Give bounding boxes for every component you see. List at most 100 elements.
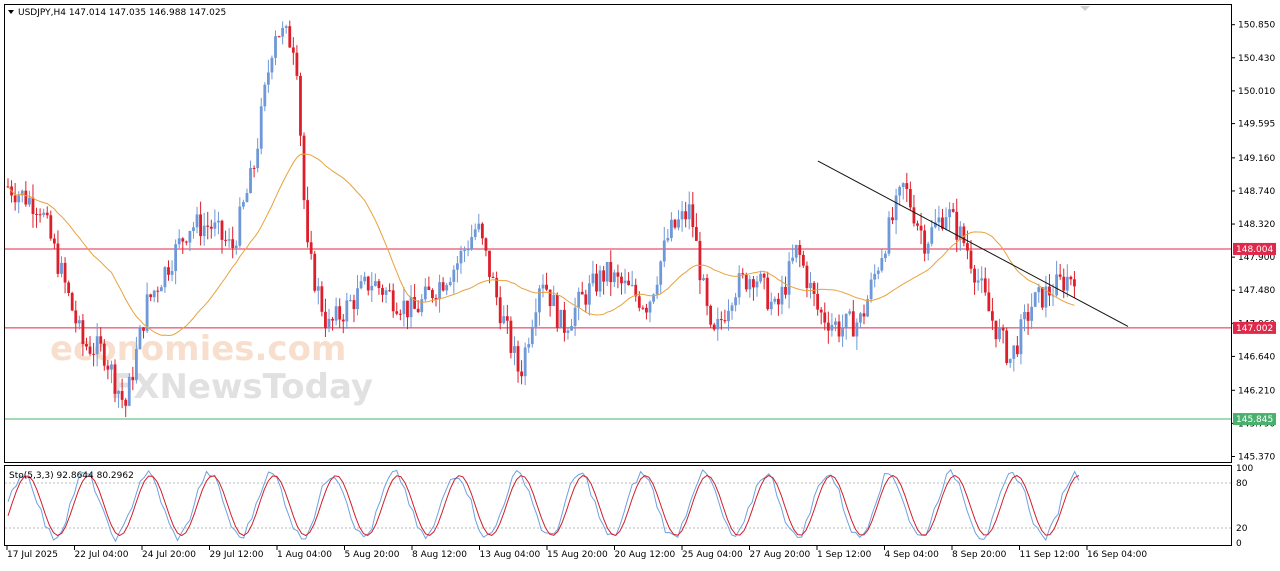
candle-body [192, 227, 195, 232]
candle-body [773, 298, 777, 302]
candle-body [224, 239, 227, 241]
candle-body [170, 270, 174, 275]
candle-body [702, 278, 705, 281]
candle-body [423, 286, 427, 300]
y-tick-label: 147.480 [1238, 286, 1275, 296]
candle-body [666, 237, 670, 241]
candle-body [163, 267, 167, 288]
y-tick-label: 150.010 [1238, 87, 1275, 97]
candle-body [602, 270, 606, 282]
candle-body [477, 223, 481, 230]
candle-body [919, 225, 923, 231]
candle-body [723, 320, 727, 322]
candle-body [277, 36, 281, 38]
candle-body [563, 309, 566, 333]
candle-body [159, 287, 163, 292]
candle-body [327, 318, 331, 329]
candle-body [923, 230, 927, 254]
candle-body [1073, 279, 1076, 287]
y-tick-label: 145.370 [1238, 452, 1275, 462]
candle-body [488, 250, 491, 277]
watermark-line1: economies.com [50, 329, 346, 369]
candle-body [195, 214, 199, 228]
candle-body [167, 267, 170, 275]
candle-body [99, 336, 103, 344]
y-tick-label: 150.850 [1238, 21, 1275, 31]
candle-body [341, 319, 345, 322]
candle-body [777, 298, 780, 305]
candle-body [463, 250, 466, 252]
candle-body [406, 300, 409, 318]
candle-body [416, 308, 420, 313]
candle-body [288, 26, 292, 48]
candle-body [306, 200, 309, 243]
x-tick-label: 8 Aug 12:00 [412, 550, 467, 560]
level-label: 148.004 [1236, 245, 1273, 255]
candle-body [916, 223, 919, 226]
candle-body [734, 297, 737, 306]
price-axis: 150.850 150.430 150.010 149.595 149.160 148.7… [1231, 21, 1275, 462]
candle-body [513, 346, 516, 353]
candle-body [737, 273, 741, 298]
candle-body [420, 299, 424, 313]
candle-body [470, 236, 474, 250]
candle-body [452, 269, 456, 282]
candle-body [473, 229, 477, 237]
candle-body [851, 311, 855, 337]
candle-body [570, 326, 573, 331]
candle-body [484, 238, 488, 251]
candle-body [1065, 276, 1069, 291]
candle-body [388, 290, 392, 292]
price-chart[interactable]: economies.com FXNewsToday 150.850 150.430… [0, 0, 1280, 567]
candle-body [480, 223, 484, 239]
candle-body [320, 286, 324, 312]
x-tick-label: 8 Sep 20:00 [952, 550, 1007, 560]
candle-body [156, 290, 160, 292]
candle-body [456, 263, 459, 270]
candle-body [502, 316, 506, 324]
candle-body [299, 75, 302, 136]
candle-body [266, 72, 270, 85]
candle-body [1008, 358, 1012, 364]
y-tick-label: 146.640 [1238, 352, 1275, 362]
candle-body [769, 301, 773, 310]
candle-body [687, 204, 691, 220]
candle-body [937, 217, 941, 223]
candle-body [819, 309, 823, 313]
candle-body [70, 292, 74, 311]
candle-body [124, 399, 128, 406]
candle-body [88, 346, 92, 354]
candle-body [520, 371, 523, 377]
candle-body [1033, 292, 1037, 307]
candle-body [766, 277, 770, 310]
candle-body [744, 274, 748, 290]
candle-body [209, 226, 213, 229]
candle-body [926, 243, 930, 254]
candle-body [787, 261, 791, 295]
candle-body [231, 239, 235, 249]
candle-body [331, 318, 334, 321]
candle-body [366, 276, 370, 291]
candle-body [1055, 274, 1058, 296]
y-tick-label: 149.595 [1238, 120, 1275, 130]
candle-body [727, 310, 730, 322]
candle-body [530, 327, 534, 345]
candle-body [427, 286, 431, 290]
candle-body [780, 286, 784, 305]
candle-body [402, 300, 406, 315]
level-labels: 148.004 147.002 145.845 [1233, 242, 1276, 426]
candle-body [862, 313, 866, 317]
candle-body [759, 273, 762, 282]
candle-body [274, 36, 277, 58]
candle-body [837, 321, 841, 337]
candle-body [791, 257, 795, 262]
candle-body [24, 190, 28, 205]
candle-body [113, 364, 117, 394]
candle-body [145, 294, 149, 331]
candle-body [930, 227, 934, 244]
candle-body [127, 376, 131, 406]
candle-body [373, 281, 377, 286]
candle-body [716, 318, 720, 330]
candle-body [887, 217, 891, 254]
candle-body [809, 282, 812, 289]
